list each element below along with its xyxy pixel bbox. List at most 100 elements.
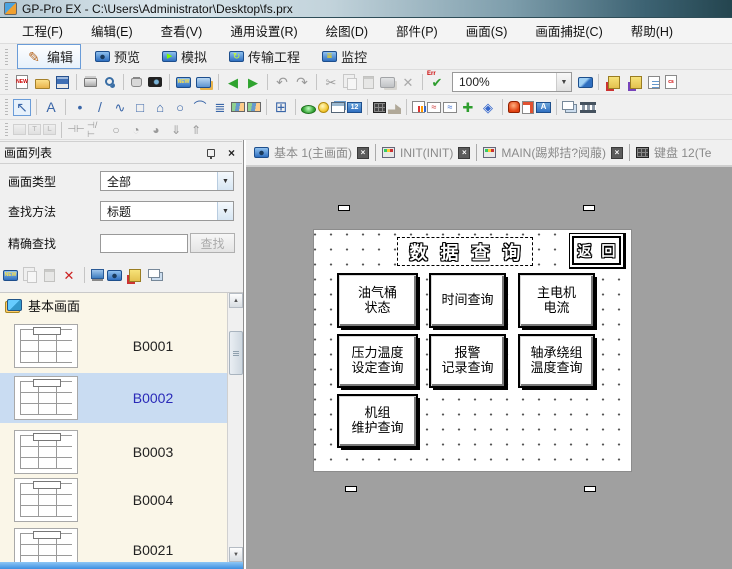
data-sampling-icon[interactable]: ≈: [443, 102, 457, 113]
screen-item-b0004[interactable]: B0004: [0, 475, 228, 525]
close-tab-icon[interactable]: ×: [458, 147, 470, 159]
find-button[interactable]: 查找: [190, 233, 235, 253]
window-part-icon[interactable]: [562, 101, 574, 110]
scroll-down-icon[interactable]: ▼: [229, 547, 243, 562]
switch-part-icon[interactable]: [301, 105, 316, 114]
print-icon[interactable]: [84, 78, 97, 87]
new-screen-icon[interactable]: NEW: [176, 77, 191, 88]
scroll-up-icon[interactable]: ▲: [229, 293, 243, 308]
historical-trend-icon[interactable]: ≈: [427, 102, 441, 113]
transfer-compare-icon[interactable]: [129, 269, 141, 282]
tab-keyboard-12[interactable]: 键盘 12(Te: [632, 142, 715, 163]
menu-project[interactable]: 工程(F): [8, 17, 77, 44]
menu-screen-capture[interactable]: 画面捕捉(C): [521, 17, 616, 44]
delete-icon[interactable]: ✕: [399, 74, 417, 91]
keypad-part-icon[interactable]: [373, 102, 386, 113]
picture-display-icon[interactable]: [522, 101, 534, 114]
tab-init[interactable]: INIT(INIT) ×: [378, 144, 474, 162]
copy-multiple-icon[interactable]: [107, 270, 122, 281]
next-screen-icon[interactable]: ▶: [244, 74, 262, 91]
pin-icon[interactable]: [207, 149, 215, 157]
contact-b-icon[interactable]: ⊣/⊢: [87, 121, 105, 138]
line-tool-icon[interactable]: /: [91, 99, 109, 116]
transfer-sync-icon[interactable]: [148, 269, 160, 278]
screen-item-b0001[interactable]: B0001: [0, 321, 228, 371]
lamp-part-icon[interactable]: [318, 102, 329, 113]
screen-item-b0003[interactable]: B0003: [0, 427, 228, 477]
menu-screen[interactable]: 画面(S): [452, 17, 522, 44]
write-up-icon[interactable]: ⇑: [187, 121, 205, 138]
error-check-icon[interactable]: ✔Err: [428, 74, 446, 91]
new-project-icon[interactable]: NEW: [16, 75, 28, 89]
edit-mode-button[interactable]: ✎ 编辑: [17, 44, 81, 69]
scrollbar-thumb[interactable]: [229, 331, 243, 375]
menu-edit[interactable]: 编辑(E): [77, 17, 147, 44]
save-project-icon[interactable]: [56, 76, 69, 89]
menu-help[interactable]: 帮助(H): [617, 17, 687, 44]
settings-list-icon[interactable]: [648, 76, 660, 89]
copy-screen-icon[interactable]: [196, 77, 211, 88]
menu-view[interactable]: 查看(V): [147, 17, 217, 44]
chevron-down-icon[interactable]: ▼: [217, 172, 233, 190]
back-button-object[interactable]: 返 回: [569, 233, 626, 269]
search-input[interactable]: [100, 234, 188, 253]
screen-item-b0002[interactable]: B0002: [0, 373, 228, 423]
bearing-winding-temp-query-button[interactable]: 轴承绕组 温度查询: [518, 334, 595, 388]
tab-base-1[interactable]: 基本 1(主画面) ×: [250, 142, 373, 163]
message-display-icon[interactable]: A: [536, 102, 551, 113]
tab-main[interactable]: MAIN(踢郏拮?阋菔) ×: [479, 142, 627, 163]
dot-tool-icon[interactable]: •: [71, 99, 89, 116]
copy-icon[interactable]: [347, 78, 357, 90]
scale-tool-icon[interactable]: ≣: [211, 99, 229, 116]
toolbar-handle[interactable]: [5, 123, 8, 136]
special-part-icon[interactable]: ◈: [479, 99, 497, 116]
toolbar-handle[interactable]: [5, 48, 8, 66]
paste-icon[interactable]: [363, 76, 374, 89]
cross-reference-icon[interactable]: cs: [665, 75, 677, 89]
duplicate-icon[interactable]: [380, 77, 395, 88]
polygon-tool-icon[interactable]: ⌂: [151, 99, 169, 116]
special-display-icon[interactable]: [13, 124, 26, 135]
screen-type-select[interactable]: 全部 ▼: [100, 171, 234, 191]
preview-mode-button[interactable]: 预览: [87, 44, 148, 69]
chevron-down-icon[interactable]: ▼: [217, 202, 233, 220]
undo-icon[interactable]: ↶: [273, 74, 291, 91]
contact-a-icon[interactable]: ⊣⊢: [67, 121, 85, 138]
data-display-part-icon[interactable]: [331, 102, 345, 113]
pressure-temp-setting-query-button[interactable]: 压力温度 设定查询: [337, 334, 418, 388]
copy-screen-icon[interactable]: [27, 271, 37, 283]
screen-capture-icon[interactable]: [148, 77, 162, 87]
toolbar-handle[interactable]: [5, 99, 8, 116]
menu-common-settings[interactable]: 通用设置(R): [216, 17, 311, 44]
date-part-icon[interactable]: 12: [347, 102, 362, 113]
display-monitor-icon[interactable]: [91, 269, 104, 279]
table-tool-icon[interactable]: ⊞: [272, 99, 290, 116]
select-tool-icon[interactable]: ↖: [13, 99, 31, 116]
chevron-down-icon[interactable]: ▼: [556, 73, 571, 91]
l-tag-icon[interactable]: L: [43, 124, 56, 135]
alarm-record-query-button[interactable]: 报警 记录查询: [429, 334, 506, 388]
polyline-tool-icon[interactable]: ∿: [111, 99, 129, 116]
menu-parts[interactable]: 部件(P): [382, 17, 452, 44]
title-text-object[interactable]: 数 据 查 询: [397, 237, 533, 266]
project-package-icon[interactable]: [131, 78, 142, 87]
film-part-icon[interactable]: [580, 102, 596, 113]
new-screen-icon[interactable]: NEW: [3, 270, 18, 281]
close-tab-icon[interactable]: ×: [357, 147, 369, 159]
prev-screen-icon[interactable]: ◀: [224, 74, 242, 91]
meter-up-icon[interactable]: ◔: [127, 121, 145, 138]
tree-root-base-screens[interactable]: 基本画面: [0, 293, 243, 317]
close-tab-icon[interactable]: ×: [611, 147, 623, 159]
design-canvas[interactable]: 数 据 查 询 返 回 油气桶 状态 时间查询 主电机: [313, 229, 632, 472]
rect-tool-icon[interactable]: □: [131, 99, 149, 116]
oil-tank-status-button[interactable]: 油气桶 状态: [337, 273, 418, 328]
keypad-input-icon[interactable]: [388, 104, 401, 114]
monitor-mode-button[interactable]: ≣ 监控: [314, 44, 375, 69]
redo-icon[interactable]: ↷: [293, 74, 311, 91]
graph-part-icon[interactable]: [412, 101, 425, 113]
search-method-select[interactable]: 标题 ▼: [100, 201, 234, 221]
meter-part-icon[interactable]: ✚: [459, 99, 477, 116]
image-import-icon[interactable]: [247, 102, 261, 112]
transfer-project-button[interactable]: ↻ 传输工程: [221, 44, 308, 69]
main-motor-current-button[interactable]: 主电机 电流: [518, 273, 595, 328]
